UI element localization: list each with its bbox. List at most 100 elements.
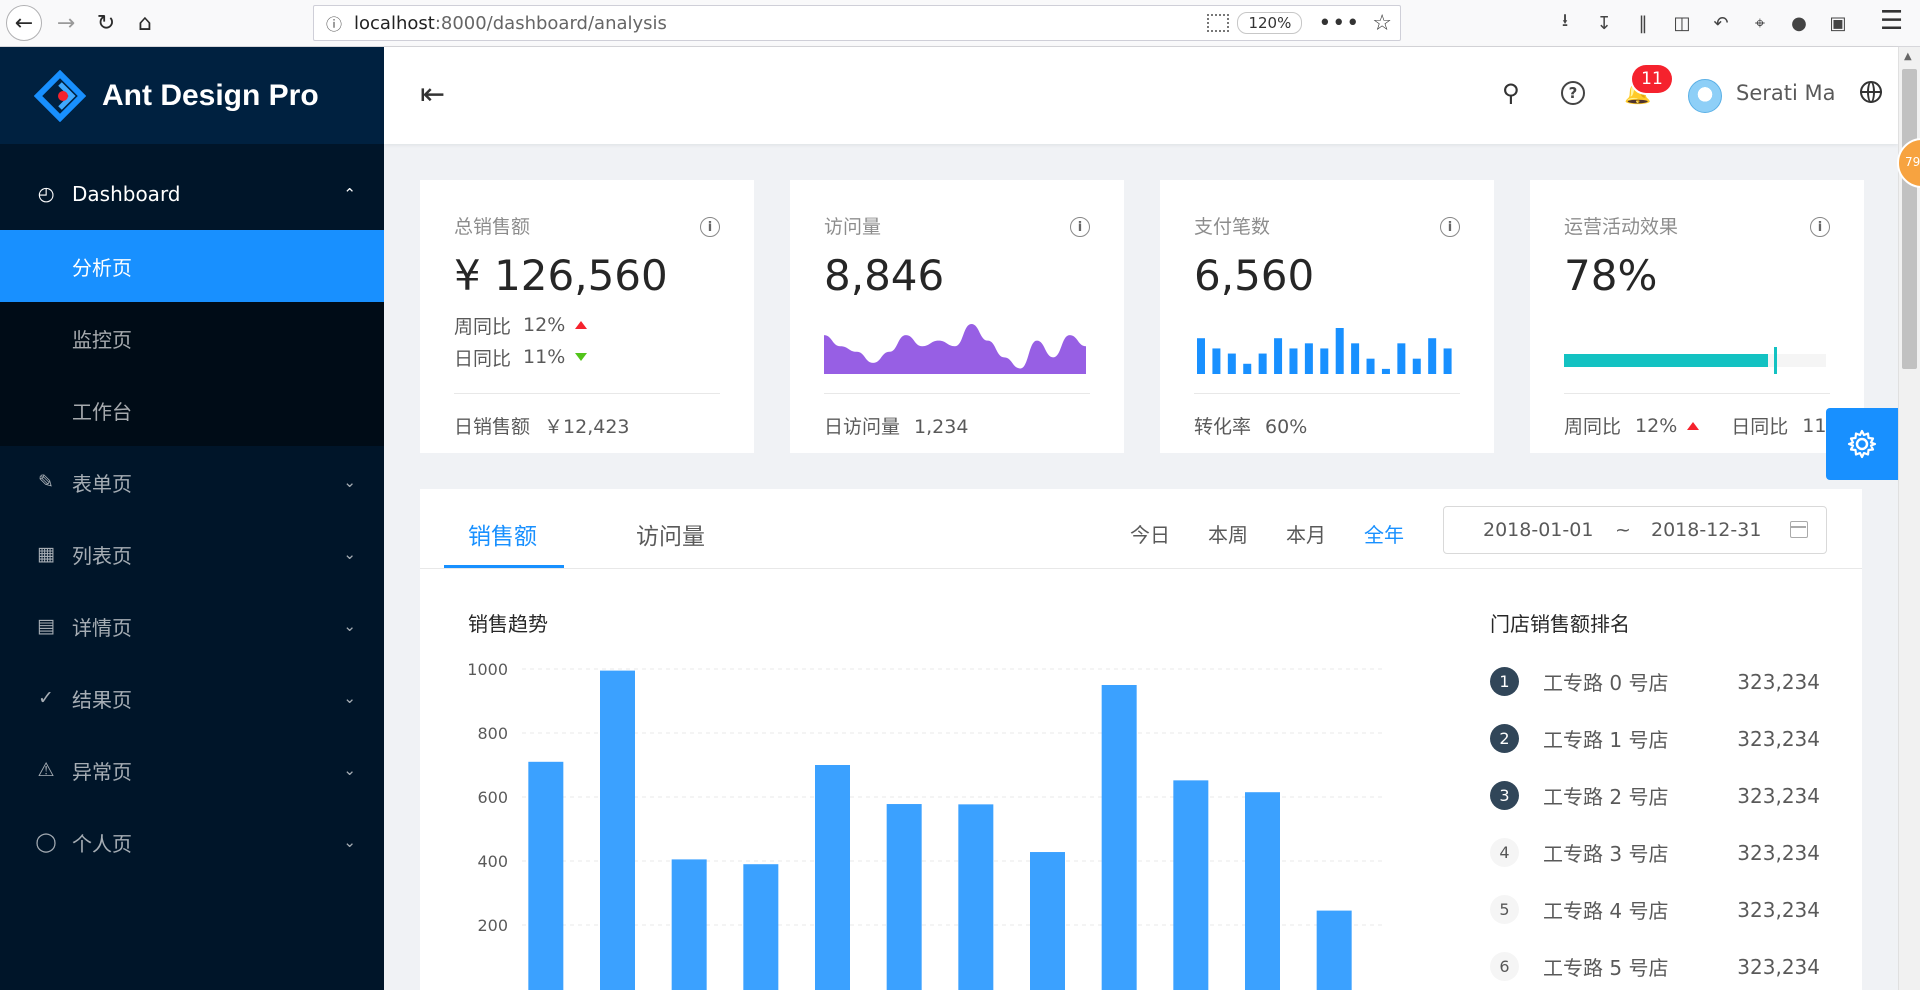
ant-design-logo-icon — [33, 69, 87, 122]
menu-account-label: 个人页 — [72, 831, 132, 856]
list-item: 1 工专路 0 号店 323,234 — [1490, 653, 1820, 710]
payments-bar — [1412, 358, 1421, 374]
rank-value: 323,234 — [1737, 897, 1820, 922]
sidebar-icon[interactable]: ◫ — [1667, 8, 1697, 38]
info-circle-icon[interactable]: i — [1810, 217, 1830, 237]
sales-bar — [1245, 792, 1280, 990]
info-circle-icon[interactable]: i — [700, 217, 720, 237]
mini-area-chart — [824, 324, 1086, 374]
undo-icon[interactable]: ↶ — [1706, 8, 1736, 38]
url-host: localhost — [354, 12, 435, 34]
rank-number: 6 — [1490, 952, 1519, 981]
sales-bar — [815, 765, 850, 990]
search-icon[interactable]: ⚲ — [1502, 79, 1520, 107]
chat-icon[interactable]: ● — [1784, 8, 1814, 38]
sales-bar — [958, 804, 994, 990]
payments-bar — [1397, 343, 1406, 374]
range-month[interactable]: 本月 — [1286, 519, 1326, 548]
sales-bar — [1030, 852, 1065, 990]
menu-workplace[interactable]: 工作台 — [0, 374, 384, 446]
y-tick-label: 600 — [477, 788, 508, 807]
rank-value: 323,234 — [1737, 669, 1820, 694]
trend-day: 日同比 11% — [454, 341, 720, 373]
trend-week: 周同比 12% — [454, 309, 720, 341]
rank-title: 门店销售额排名 — [1490, 612, 1630, 636]
more-actions-icon[interactable]: ••• — [1318, 11, 1360, 36]
rank-name: 工专路 0 号店 — [1543, 671, 1669, 695]
range-today[interactable]: 今日 — [1130, 519, 1170, 548]
library-icon[interactable]: ‖ — [1628, 8, 1658, 38]
form-icon: ✎ — [38, 471, 54, 493]
progress-fill — [1564, 354, 1769, 367]
scroll-thumb[interactable] — [1902, 69, 1917, 369]
avatar[interactable] — [1688, 79, 1722, 113]
stat-card-payments: 支付笔数 i 6,560 转化率 60% — [1160, 180, 1494, 453]
question-circle-icon[interactable]: ? — [1561, 81, 1585, 105]
menu-result-label: 结果页 — [72, 687, 132, 712]
stat-card-operations: 运营活动效果 i 78% 周同比 12% 日同比 11% — [1530, 180, 1864, 453]
home-icon[interactable]: ⌂ — [127, 5, 163, 41]
menu-list[interactable]: ▦ 列表页 ⌄ — [0, 518, 384, 590]
menu-fold-icon[interactable]: ⇤ — [420, 77, 445, 112]
url-bar[interactable]: ⓘ localhost:8000/dashboard/analysis 120%… — [313, 5, 1401, 41]
menu-account[interactable]: ◯ 个人页 ⌄ — [0, 806, 384, 878]
payments-bar — [1289, 348, 1298, 374]
reload-icon[interactable]: ↻ — [88, 5, 124, 41]
page-info-icon[interactable]: ⓘ — [314, 11, 354, 35]
download-icon[interactable]: ↧ — [1589, 8, 1619, 38]
sales-bar — [1173, 780, 1209, 990]
range-week[interactable]: 本周 — [1208, 519, 1248, 548]
logo[interactable]: Ant Design Pro — [0, 47, 384, 144]
rank-value: 323,234 — [1737, 726, 1820, 751]
menu-dashboard[interactable]: ◴ Dashboard ⌃ — [0, 158, 384, 230]
date-end[interactable]: 2018-12-31 — [1651, 519, 1761, 541]
menu-profile[interactable]: ▤ 详情页 ⌄ — [0, 590, 384, 662]
user-name[interactable]: Serati Ma — [1736, 81, 1835, 105]
stat-trends: 周同比 12% 日同比 11% — [454, 309, 720, 389]
menu-analysis[interactable]: 分析页 — [0, 230, 384, 302]
stat-footer: 周同比 12% 日同比 11% — [1564, 393, 1830, 439]
user-icon: ◯ — [35, 831, 57, 853]
footer-value: ￥12,423 — [544, 416, 630, 438]
bookmark-star-icon[interactable]: ☆ — [1372, 11, 1392, 36]
menu-result[interactable]: ✓ 结果页 ⌄ — [0, 662, 384, 734]
date-start[interactable]: 2018-01-01 — [1483, 519, 1593, 541]
footer-label: 日销售额 — [454, 416, 531, 438]
menu-form[interactable]: ✎ 表单页 ⌄ — [0, 446, 384, 518]
stat-title: 访问量 — [824, 216, 882, 238]
url-text[interactable]: localhost:8000/dashboard/analysis — [354, 13, 1207, 34]
page-scrollbar[interactable]: ▲ — [1898, 47, 1920, 990]
y-tick-label: 1000 — [467, 660, 508, 679]
sales-bar — [528, 761, 564, 990]
stat-value: 6,560 — [1194, 251, 1315, 300]
date-range-picker[interactable]: 2018-01-01 ~ 2018-12-31 — [1443, 506, 1827, 554]
back-arrow-icon[interactable]: ← — [6, 5, 42, 41]
sales-bar — [1101, 685, 1137, 990]
rank-value: 323,234 — [1737, 954, 1820, 979]
tab-sales[interactable]: 销售额 — [468, 517, 537, 551]
pocket-icon[interactable]: ⭳ — [1550, 8, 1580, 38]
payments-bar — [1335, 328, 1344, 374]
payments-bar — [1258, 353, 1267, 374]
notice-badge: 11 — [1632, 65, 1672, 93]
menu-monitor[interactable]: 监控页 — [0, 302, 384, 374]
payments-bar — [1197, 338, 1205, 374]
qr-code-icon[interactable] — [1207, 14, 1230, 32]
hamburger-menu-icon[interactable]: ☰ — [1880, 6, 1903, 36]
info-circle-icon[interactable]: i — [1070, 217, 1090, 237]
info-circle-icon[interactable]: i — [1440, 217, 1460, 237]
stat-value: 78% — [1564, 251, 1658, 300]
setting-drawer-button[interactable] — [1826, 408, 1898, 480]
globe-icon[interactable] — [1860, 81, 1882, 103]
crop-icon[interactable]: ⌖ — [1745, 8, 1775, 38]
sales-bar — [671, 859, 707, 990]
forward-arrow-icon[interactable]: → — [48, 5, 84, 41]
menu-exception[interactable]: ⚠ 异常页 ⌄ — [0, 734, 384, 806]
tab-visits[interactable]: 访问量 — [636, 517, 705, 551]
zoom-level[interactable]: 120% — [1237, 12, 1303, 34]
scroll-up-arrow-icon[interactable]: ▲ — [1904, 51, 1912, 62]
range-year[interactable]: 全年 — [1364, 519, 1404, 548]
payments-bar — [1243, 363, 1252, 374]
rank-value: 323,234 — [1737, 783, 1820, 808]
extension-icon[interactable]: ▣ — [1823, 8, 1853, 38]
